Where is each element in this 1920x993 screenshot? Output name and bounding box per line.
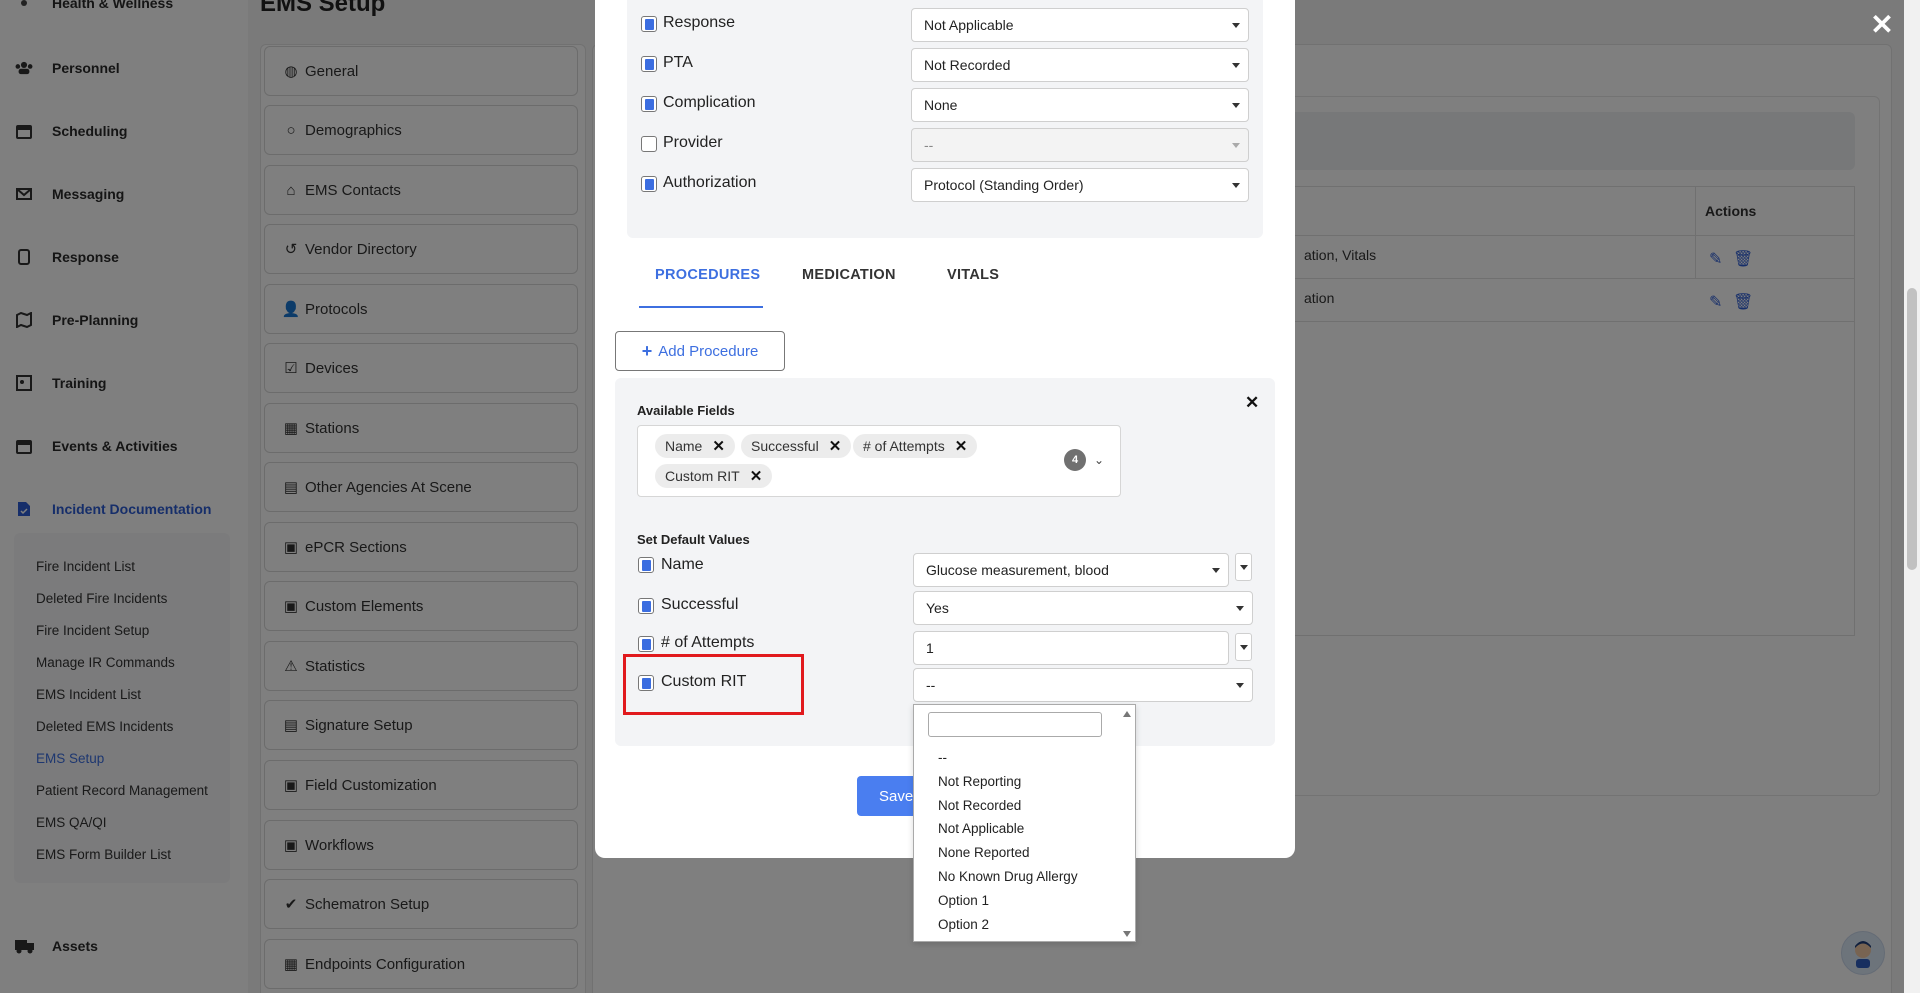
dropdown-option[interactable]: Not Reporting: [938, 774, 1021, 789]
attempts-label: # of Attempts: [661, 634, 755, 651]
complication-checkbox[interactable]: [641, 96, 657, 112]
dropdown-search-input[interactable]: [928, 712, 1102, 737]
caret-down-icon: [1212, 568, 1220, 573]
scrollbar-thumb[interactable]: [1907, 288, 1917, 570]
caret-down-icon: [1236, 606, 1244, 611]
select-value: Yes: [926, 600, 949, 616]
response-checkbox[interactable]: [641, 16, 657, 32]
remove-icon[interactable]: ✕: [712, 437, 725, 455]
select-value: --: [926, 677, 936, 693]
complication-label: Complication: [663, 94, 756, 111]
select-value: --: [924, 137, 934, 153]
name-label: Name: [661, 556, 704, 573]
chip-label: Custom RIT: [665, 468, 740, 484]
highlight-box: [623, 654, 804, 715]
chip-custom-rit: Custom RIT ✕: [655, 464, 773, 488]
default-values-title: Set Default Values: [637, 532, 750, 547]
complication-select[interactable]: None: [911, 88, 1249, 122]
custom-rit-dropdown: -- Not Reporting Not Recorded Not Applic…: [913, 704, 1136, 942]
button-label: Add Procedure: [658, 342, 759, 360]
input-value: 1: [926, 640, 934, 656]
response-label: Response: [663, 14, 736, 31]
provider-label: Provider: [663, 134, 723, 151]
chip-successful: Successful ✕: [741, 434, 852, 458]
active-tab-indicator: [639, 306, 763, 308]
tab-vitals[interactable]: VITALS: [947, 267, 999, 283]
add-procedure-button[interactable]: + Add Procedure: [615, 331, 785, 371]
chevron-down-icon[interactable]: ⌄: [1094, 453, 1104, 467]
tab-medication[interactable]: MEDICATION: [802, 267, 896, 283]
pta-select[interactable]: Not Recorded: [911, 48, 1249, 82]
select-value: Glucose measurement, blood: [926, 562, 1109, 578]
authorization-select[interactable]: Protocol (Standing Order): [911, 168, 1249, 202]
caret-down-icon: [1236, 683, 1244, 688]
chip-label: Successful: [751, 438, 819, 454]
dropdown-scrollbar[interactable]: [1120, 707, 1134, 939]
available-fields-multiselect[interactable]: Name ✕ Successful ✕ # of Attempts ✕ Custom …: [637, 425, 1121, 497]
caret-down-icon: [1232, 23, 1240, 28]
chip-attempts: # of Attempts ✕: [853, 434, 978, 458]
caret-down-icon: [1232, 103, 1240, 108]
name-checkbox[interactable]: [638, 557, 654, 573]
attempts-checkbox[interactable]: [638, 636, 654, 652]
attempts-options-button[interactable]: [1235, 633, 1252, 661]
caret-down-icon: [1232, 63, 1240, 68]
dropdown-option[interactable]: --: [938, 750, 947, 765]
dropdown-option[interactable]: No Known Drug Allergy: [938, 869, 1078, 884]
dropdown-option[interactable]: Option 2: [938, 917, 989, 932]
attempts-input[interactable]: 1: [913, 631, 1229, 665]
caret-down-icon: [1232, 143, 1240, 148]
successful-checkbox[interactable]: [638, 598, 654, 614]
app-root: Health & Wellness Personnel Scheduling M…: [0, 0, 1920, 993]
select-value: Protocol (Standing Order): [924, 177, 1084, 193]
custom-rit-select[interactable]: --: [913, 668, 1253, 702]
scroll-up-icon[interactable]: [1123, 711, 1131, 717]
dropdown-option[interactable]: Option 1: [938, 893, 989, 908]
selected-count-badge: 4: [1064, 449, 1086, 471]
chip-label: # of Attempts: [863, 438, 945, 454]
dropdown-option[interactable]: Not Applicable: [938, 821, 1024, 836]
successful-label: Successful: [661, 596, 739, 613]
response-select[interactable]: Not Applicable: [911, 8, 1249, 42]
available-fields-title: Available Fields: [637, 403, 735, 418]
provider-select: --: [911, 128, 1249, 162]
chip-label: Name: [665, 438, 703, 454]
name-select[interactable]: Glucose measurement, blood: [913, 553, 1229, 587]
authorization-label: Authorization: [663, 174, 757, 191]
dropdown-option[interactable]: None Reported: [938, 845, 1030, 860]
name-options-button[interactable]: [1235, 553, 1252, 581]
pta-checkbox[interactable]: [641, 56, 657, 72]
select-value: None: [924, 97, 958, 113]
close-icon[interactable]: ✕: [1866, 8, 1898, 40]
close-icon[interactable]: ✕: [1245, 393, 1259, 413]
caret-down-icon: [1232, 183, 1240, 188]
select-value: Not Recorded: [924, 57, 1011, 73]
select-value: Not Applicable: [924, 17, 1014, 33]
remove-icon[interactable]: ✕: [829, 437, 842, 455]
page-scrollbar[interactable]: [1904, 0, 1920, 993]
remove-icon[interactable]: ✕: [955, 437, 968, 455]
plus-icon: +: [641, 340, 653, 361]
pta-label: PTA: [663, 54, 693, 71]
dropdown-option[interactable]: Not Recorded: [938, 798, 1021, 813]
authorization-checkbox[interactable]: [641, 176, 657, 192]
remove-icon[interactable]: ✕: [750, 467, 763, 485]
scroll-down-icon[interactable]: [1123, 931, 1131, 937]
chip-name: Name ✕: [655, 434, 735, 458]
successful-select[interactable]: Yes: [913, 591, 1253, 625]
provider-checkbox[interactable]: [641, 136, 657, 152]
tab-procedures[interactable]: PROCEDURES: [655, 267, 760, 283]
cutoff-inputs: [910, 0, 1272, 1]
